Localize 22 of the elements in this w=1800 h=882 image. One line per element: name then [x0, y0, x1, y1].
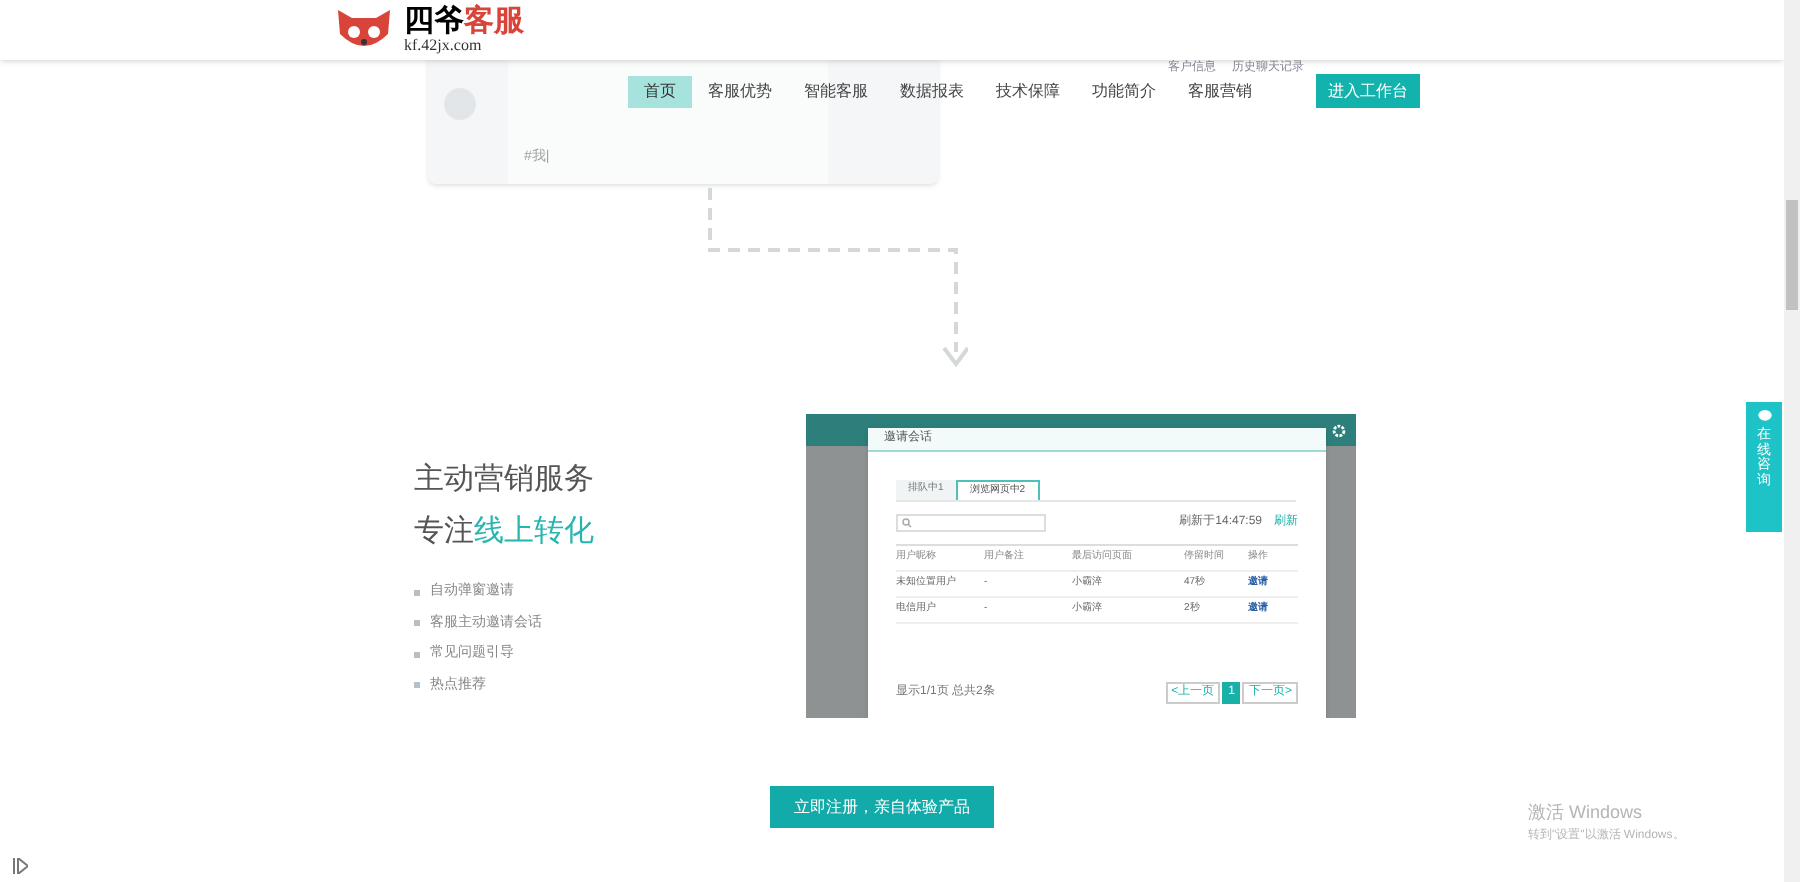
nav-item[interactable]: 智能客服 — [788, 75, 884, 107]
bullet-icon — [414, 651, 420, 658]
feature-title: 主动营销服务 — [414, 460, 594, 500]
logo-name: 四爷 — [404, 7, 464, 37]
logo-accent: 客服 — [464, 7, 524, 37]
nav-item[interactable]: 客服营销 — [1172, 75, 1268, 107]
nav-item[interactable]: 功能简介 — [1076, 75, 1172, 107]
bullet-icon — [414, 682, 420, 689]
search-field[interactable] — [896, 514, 1046, 532]
nav-item[interactable]: 技术保障 — [980, 75, 1076, 107]
search-icon — [902, 518, 912, 528]
chat-bubble-icon — [1757, 410, 1771, 422]
logo-url: kf.42jx.com — [404, 37, 484, 53]
play-icon — [12, 858, 28, 874]
subtitle-accent: 线上转化 — [474, 511, 594, 551]
nav-item[interactable]: 数据报表 — [884, 75, 980, 107]
bullet-icon — [414, 589, 420, 596]
bullet-icon — [414, 620, 420, 627]
windows-activation-title: 激活 Windows — [1528, 800, 1645, 826]
nav-item[interactable]: 首页 — [628, 75, 692, 107]
nav-item[interactable]: 客服优势 — [692, 75, 788, 107]
subtitle-prefix: 专注 — [414, 511, 474, 551]
